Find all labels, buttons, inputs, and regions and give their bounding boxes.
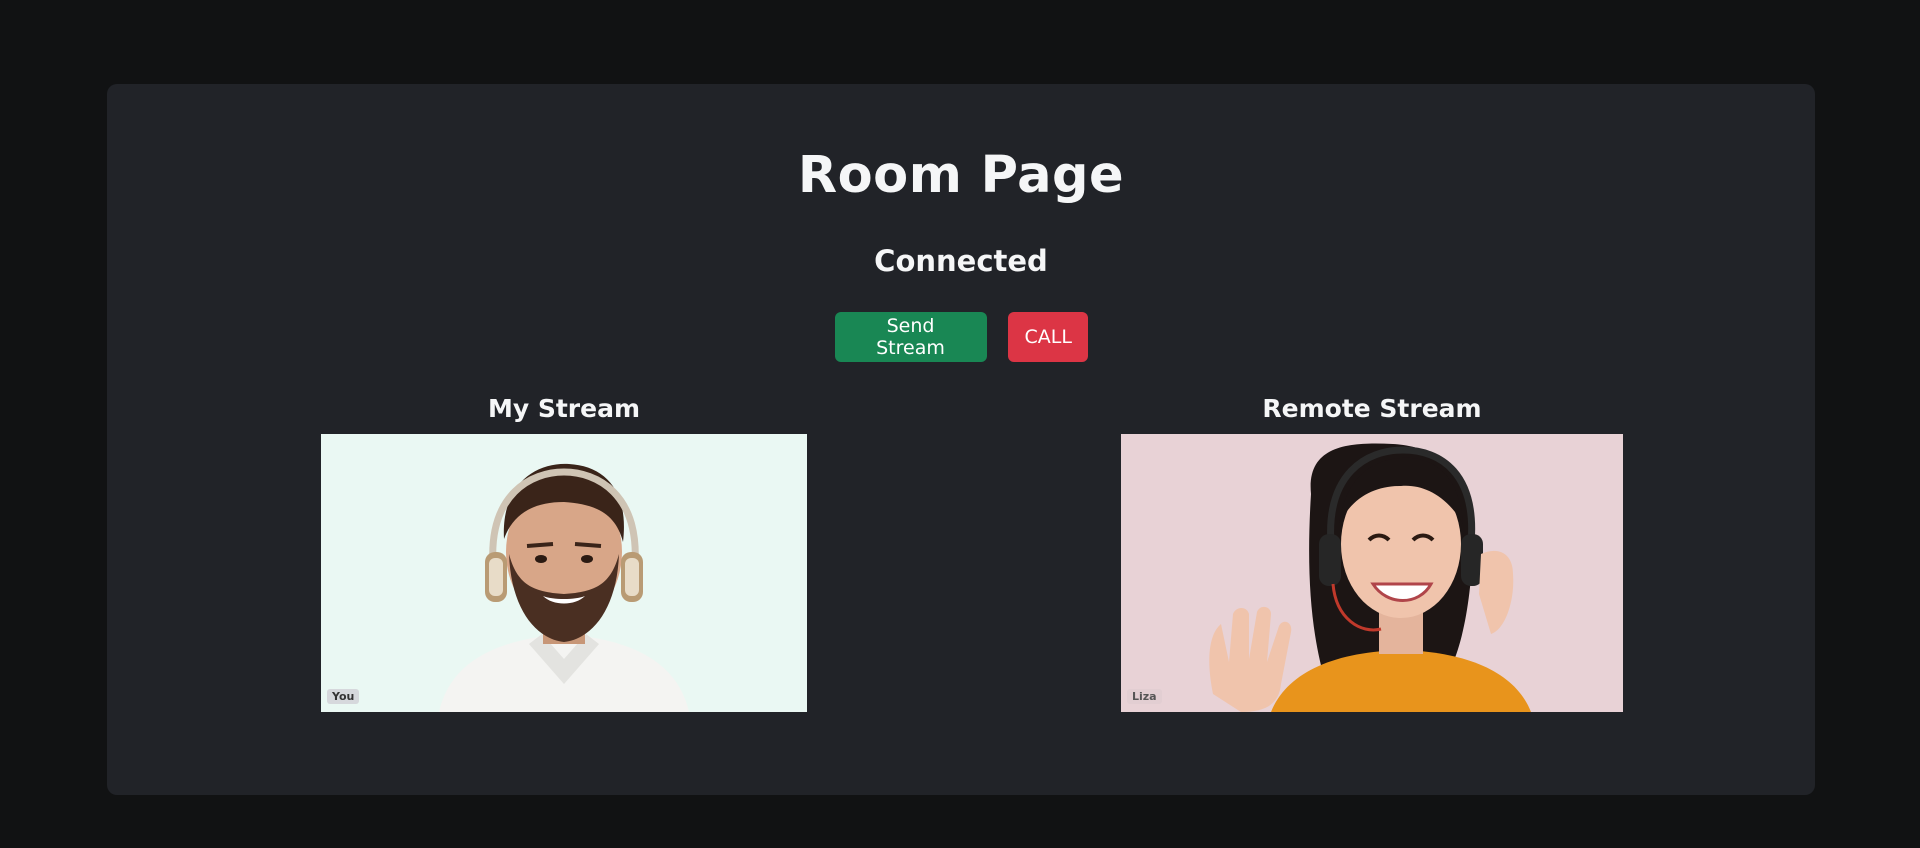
man-with-headphones-illustration [439, 463, 689, 712]
my-stream-label: You [327, 689, 360, 704]
my-stream-video[interactable]: You [321, 434, 807, 712]
my-stream-heading: My Stream [487, 394, 641, 423]
remote-stream-heading: Remote Stream [1262, 394, 1482, 423]
room-card: Room Page Connected Send Stream CALL My … [107, 84, 1815, 795]
page-title: Room Page [797, 146, 1125, 205]
call-button[interactable]: CALL [1007, 312, 1088, 362]
action-buttons: Send Stream CALL [107, 312, 1815, 362]
woman-waving-illustration [1209, 443, 1531, 712]
connection-status: Connected [874, 244, 1048, 278]
remote-stream-label: Liza [1127, 689, 1162, 704]
remote-stream-video[interactable]: Liza [1121, 434, 1623, 712]
send-stream-button[interactable]: Send Stream [834, 312, 987, 362]
